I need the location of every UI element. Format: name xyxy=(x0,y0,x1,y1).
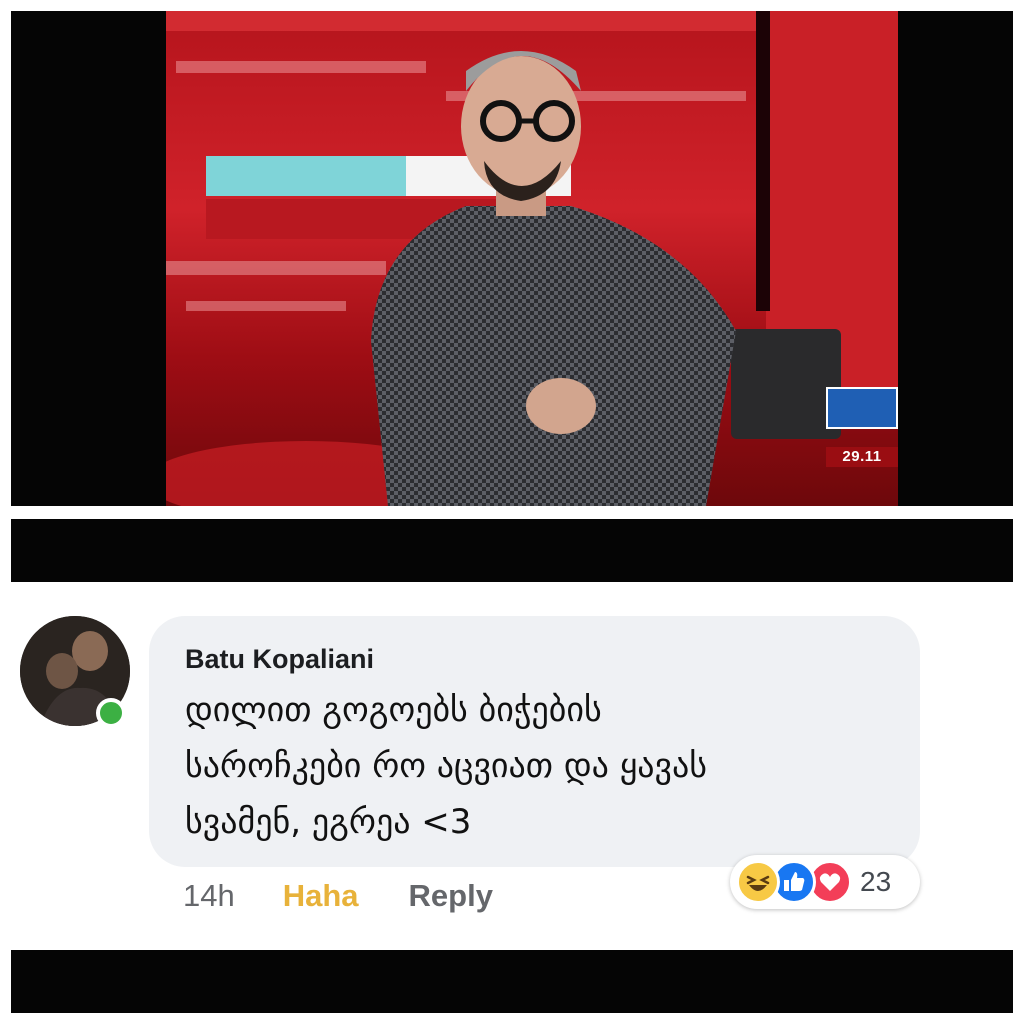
haha-icon xyxy=(736,860,780,904)
separator-band-bottom xyxy=(11,950,1013,1013)
news-broadcast-image: 29.11 xyxy=(166,11,898,506)
reaction-count: 23 xyxy=(860,866,892,897)
reaction-summary[interactable]: 23 xyxy=(730,855,920,909)
comment-author-name[interactable]: Batu Kopaliani xyxy=(185,642,890,676)
comment-actions: 14h Haha Reply xyxy=(183,876,493,916)
reaction-haha-button[interactable]: Haha xyxy=(283,878,359,914)
channel-logo xyxy=(826,387,898,429)
online-status-indicator xyxy=(96,698,126,728)
studio-scene xyxy=(166,11,898,506)
comment-timestamp[interactable]: 14h xyxy=(183,878,235,914)
date-bug: 29.11 xyxy=(826,447,898,467)
comment-bubble: Batu Kopaliani დილით გოგოებს ბიჭების სარ… xyxy=(149,616,920,867)
separator-band xyxy=(11,519,1013,582)
comment-text: დილით გოგოებს ბიჭების საროჩკები რო აცვია… xyxy=(185,690,708,842)
tv-screenshot: 29.11 xyxy=(11,11,1013,506)
reply-button[interactable]: Reply xyxy=(409,878,493,914)
